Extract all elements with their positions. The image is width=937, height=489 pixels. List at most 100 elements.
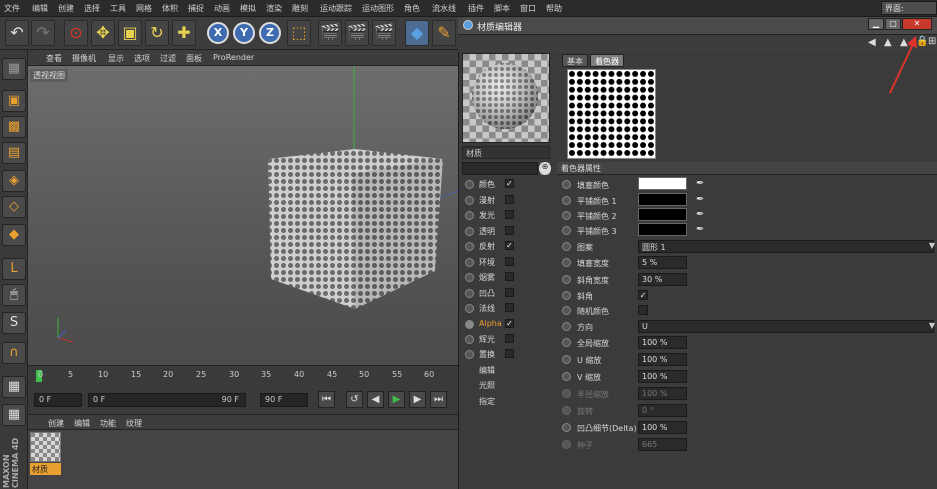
solo-icon[interactable]: ▦ <box>2 404 26 426</box>
eyedropper-icon[interactable]: ✒ <box>696 209 704 220</box>
select-cursor-icon[interactable]: ⊙ <box>64 20 88 46</box>
previous-key-icon[interactable]: ↺ <box>346 391 363 408</box>
undo-icon[interactable]: ↶ <box>5 20 29 46</box>
random-color-checkbox[interactable] <box>638 305 648 315</box>
prop-grout-color[interactable]: 填塞颜色 ✒ <box>560 177 937 192</box>
pen-icon[interactable]: ✎ <box>432 20 456 46</box>
menu-volume[interactable]: 体积 <box>162 3 178 14</box>
make-editable-icon[interactable]: ▦ <box>2 58 26 80</box>
play-icon[interactable]: ▶ <box>388 391 405 408</box>
minimize-button[interactable]: ▁ <box>868 18 884 30</box>
eyedropper-icon[interactable]: ✒ <box>696 194 704 205</box>
snap-icon[interactable]: S <box>2 312 26 334</box>
channel-checkbox[interactable] <box>505 272 514 281</box>
prop-tile-color-1[interactable]: 平铺颜色 1 ✒ <box>560 193 937 208</box>
chevron-down-icon[interactable]: ▼ <box>929 241 935 250</box>
material-preview[interactable] <box>462 53 550 143</box>
prop-tile-color-3[interactable]: 平铺颜色 3 ✒ <box>560 223 937 238</box>
menu-animate[interactable]: 动画 <box>214 3 230 14</box>
menu-mesh[interactable]: 网格 <box>136 3 152 14</box>
material-thumbnail-label[interactable]: 材质 <box>30 463 61 475</box>
channel-alpha[interactable]: Alpha ✓ <box>463 318 555 332</box>
channel-checkbox[interactable]: ✓ <box>505 179 514 188</box>
global-scale-field[interactable]: 100 % <box>638 336 687 349</box>
back-arrow-icon[interactable]: ◀ <box>868 37 876 48</box>
menu-select[interactable]: 选择 <box>84 3 100 14</box>
points-mode-icon[interactable]: ◈ <box>2 170 26 192</box>
prop-v-scale[interactable]: V 缩放 100 % <box>560 369 937 384</box>
channel-checkbox[interactable] <box>505 334 514 343</box>
channel-checkbox[interactable] <box>505 288 514 297</box>
menu-edit[interactable]: 编辑 <box>32 3 48 14</box>
mat-menu-texture[interactable]: 纹理 <box>126 418 142 429</box>
axis-x-button[interactable]: X <box>207 22 229 44</box>
viewport-menu-view[interactable]: 查看 <box>46 53 62 64</box>
render-settings-icon[interactable]: 🎬 <box>372 20 396 46</box>
redo-icon[interactable]: ↷ <box>31 20 55 46</box>
go-to-start-icon[interactable]: ⏮ <box>318 391 335 408</box>
eyedropper-icon[interactable]: ✒ <box>696 224 704 235</box>
tab-basic[interactable]: 基本 <box>562 54 588 67</box>
grout-width-field[interactable]: 5 % <box>638 256 687 269</box>
editor-title-bar[interactable] <box>458 17 937 35</box>
next-frame-icon[interactable]: ▶ <box>409 391 426 408</box>
menu-snap[interactable]: 捕捉 <box>188 3 204 14</box>
menu-window[interactable]: 窗口 <box>520 3 536 14</box>
texture-mode-icon[interactable]: ▩ <box>2 116 26 138</box>
tile-color-2-swatch[interactable] <box>638 208 687 221</box>
channel-luminance[interactable]: 发光 <box>463 209 555 223</box>
channel-checkbox[interactable] <box>505 195 514 204</box>
channel-glow[interactable]: 辉光 <box>463 333 555 347</box>
channel-environment[interactable]: 环境 <box>463 256 555 270</box>
menu-character[interactable]: 角色 <box>404 3 420 14</box>
bevel-checkbox[interactable]: ✓ <box>638 290 648 300</box>
maximize-button[interactable]: ▢ <box>885 18 901 30</box>
prop-bump-delta[interactable]: 凹凸细节(Delta) 100 % <box>560 420 937 435</box>
channel-displacement[interactable]: 置换 <box>463 348 555 362</box>
bump-delta-field[interactable]: 100 % <box>638 421 687 434</box>
menu-sculpt[interactable]: 雕刻 <box>292 3 308 14</box>
magnet-icon[interactable]: ∩ <box>2 342 26 364</box>
menu-simulate[interactable]: 模拟 <box>240 3 256 14</box>
tile-color-1-swatch[interactable] <box>638 193 687 206</box>
menu-create[interactable]: 创建 <box>58 3 74 14</box>
channel-checkbox[interactable] <box>505 349 514 358</box>
current-frame-field[interactable]: 0 F <box>34 393 82 407</box>
add-icon[interactable]: ✚ <box>172 20 196 46</box>
viewport-menu-options[interactable]: 选项 <box>134 53 150 64</box>
channel-checkbox[interactable]: ✓ <box>505 319 514 328</box>
viewport-menu-prorender[interactable]: ProRender <box>213 53 254 62</box>
axis-mode-icon[interactable]: L <box>2 258 26 280</box>
scale-icon[interactable]: ▣ <box>118 20 142 46</box>
tab-shader[interactable]: 着色器 <box>590 54 624 67</box>
viewport-menu-display[interactable]: 显示 <box>108 53 124 64</box>
channel-assignment[interactable]: 指定 <box>463 395 555 409</box>
model-mode-icon[interactable]: ▣ <box>2 90 26 112</box>
material-thumbnail[interactable] <box>30 432 61 462</box>
channel-bump[interactable]: 凹凸 <box>463 287 555 301</box>
workplane-icon[interactable]: ▤ <box>2 142 26 164</box>
new-window-icon[interactable]: ⊞ <box>928 36 936 47</box>
perforated-cube[interactable] <box>28 66 458 365</box>
menu-motion-tracking[interactable]: 运动跟踪 <box>320 3 352 14</box>
orientation-dropdown[interactable]: U <box>638 320 934 333</box>
channel-illumination[interactable]: 光照 <box>463 379 555 393</box>
close-button[interactable]: ✕ <box>902 18 932 30</box>
prop-pattern[interactable]: 图案 圆形 1 ▼ <box>560 239 937 254</box>
menu-plugins[interactable]: 插件 <box>468 3 484 14</box>
prop-bevel-width[interactable]: 斜角宽度 30 % <box>560 272 937 287</box>
channel-diffusion[interactable]: 漫射 <box>463 194 555 208</box>
prop-bevel[interactable]: 斜角 ✓ <box>560 288 937 303</box>
move-icon[interactable]: ✥ <box>91 20 115 46</box>
material-options-icon[interactable]: ⊕ <box>539 162 551 175</box>
coordinate-system-icon[interactable]: ⬚ <box>287 20 311 46</box>
render-picture-viewer-icon[interactable]: 🎬 <box>345 20 369 46</box>
axis-y-button[interactable]: Y <box>233 22 255 44</box>
channel-checkbox[interactable] <box>505 226 514 235</box>
menu-render[interactable]: 渲染 <box>266 3 282 14</box>
end-frame-field[interactable]: 90 F <box>260 393 308 407</box>
material-manager-area[interactable] <box>28 430 458 489</box>
viewport-menu-filter[interactable]: 过滤 <box>160 53 176 64</box>
prop-global-scale[interactable]: 全局缩放 100 % <box>560 335 937 350</box>
prop-grout-width[interactable]: 填塞宽度 5 % <box>560 255 937 270</box>
